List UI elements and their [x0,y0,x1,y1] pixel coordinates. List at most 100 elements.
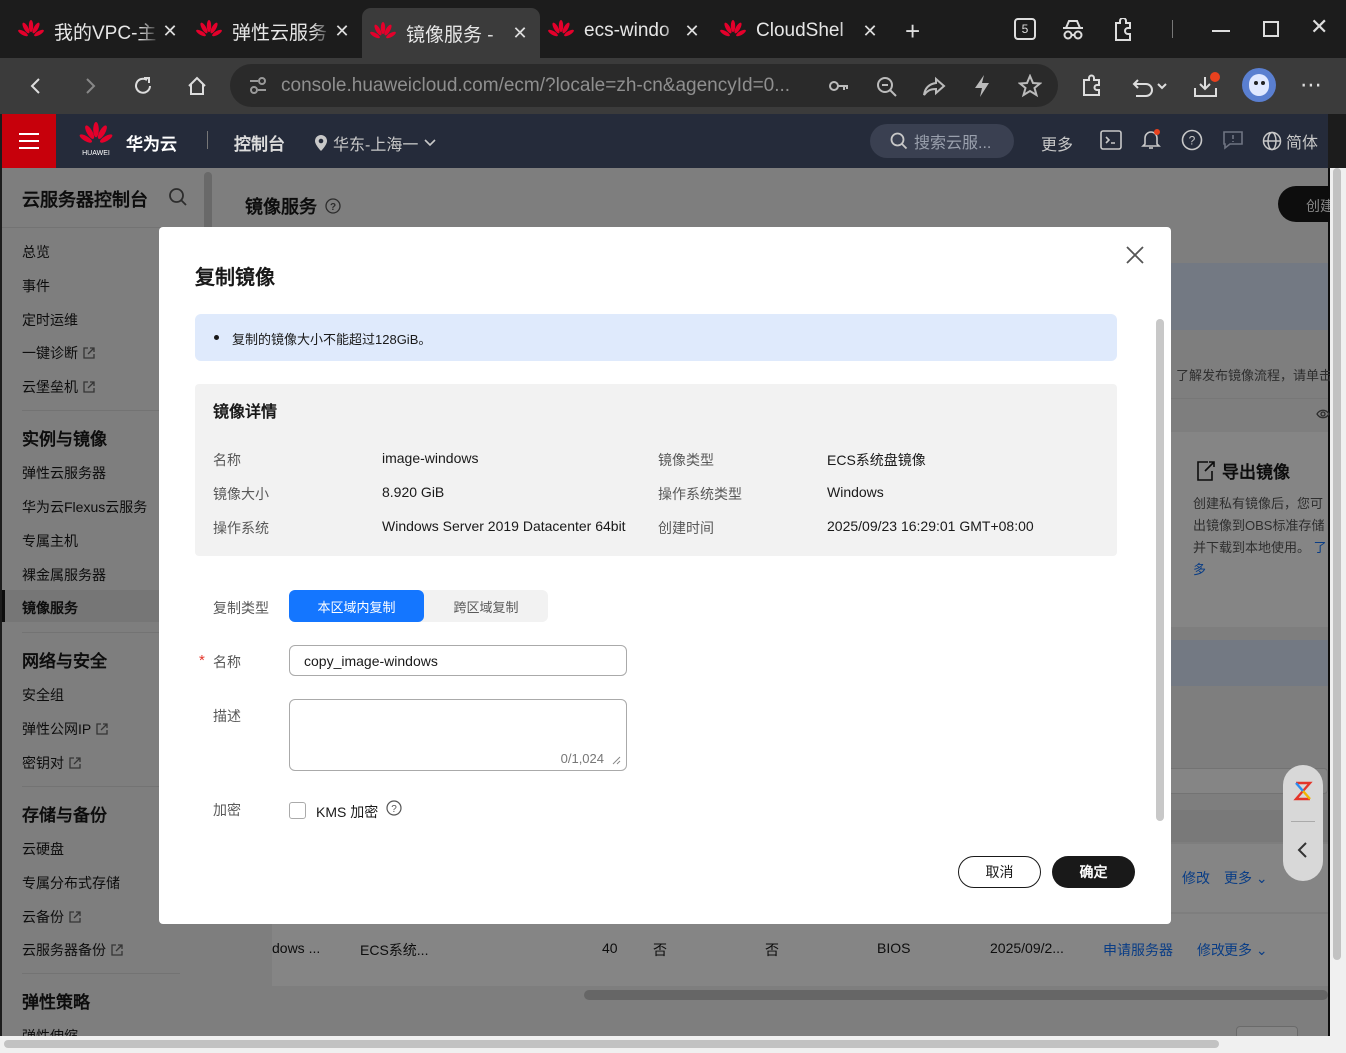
incognito-icon[interactable] [1060,18,1086,42]
maximize-icon[interactable] [1263,21,1279,37]
page-horizontal-scrollbar-track [0,1036,1346,1053]
copy-type-option-same-region[interactable]: 本区域内复制 [289,590,424,622]
huawei-logo[interactable]: HUAWEI [78,122,114,162]
undo-dropdown-icon[interactable] [1130,74,1170,98]
brand-name[interactable]: 华为云 [126,130,177,155]
details-title: 镜像详情 [213,404,278,421]
assistant-icon[interactable] [1293,779,1313,803]
detail-value: Windows [827,484,884,500]
close-icon[interactable]: ✕ [160,21,180,42]
bolt-icon[interactable] [972,74,992,98]
close-icon[interactable]: ✕ [332,21,352,42]
browser-tab[interactable]: 弹性云服务 ✕ [190,8,362,54]
detail-value: image-windows [382,450,479,466]
svg-text:?: ? [391,804,397,815]
region-label: 华东-上海一 [333,137,419,154]
logo-text: HUAWEI [82,150,110,157]
name-input[interactable] [289,645,627,676]
avatar[interactable] [1242,68,1276,102]
detail-value: ECS系统盘镜像 [827,452,926,468]
close-icon[interactable]: ✕ [682,21,702,42]
detail-label: 名称 [213,452,241,468]
search-icon [890,132,908,150]
kms-encrypt-label: KMS 加密 [316,804,379,820]
search-placeholder: 搜索云服... [914,135,992,152]
detail-value: Windows Server 2019 Datacenter 64bit [382,518,626,534]
tab-title: 我的VPC-主 [54,22,157,44]
window-close-icon[interactable]: ✕ [1310,14,1328,40]
huawei-logo-icon [720,20,746,37]
copy-type-option-cross-region[interactable]: 跨区域复制 [424,590,548,622]
notice-banner: 复制的镜像大小不能超过128GiB。 [195,314,1117,361]
bullet [214,335,219,340]
help-icon[interactable]: ? [1181,129,1203,151]
huawei-logo-icon [196,20,222,37]
key-icon[interactable] [828,76,850,96]
huawei-flower-icon [79,122,113,143]
detail-label: 操作系统类型 [658,486,742,502]
char-counter: 0/1,024 [560,751,604,766]
language-selector[interactable]: 简体 [1262,129,1318,153]
cancel-button[interactable]: 取消 [958,856,1041,888]
cloudshell-icon[interactable] [1100,130,1122,150]
dialog-scrollbar[interactable] [1156,319,1164,821]
description-textarea[interactable]: 0/1,024 [289,699,627,771]
notice-text: 复制的镜像大小不能超过128GiB。 [232,332,432,347]
svg-text:?: ? [1189,134,1196,148]
close-icon[interactable]: ✕ [860,21,880,42]
detail-value: 8.920 GiB [382,484,445,500]
hamburger-menu-icon[interactable] [2,114,56,168]
huawei-logo-icon [18,20,44,37]
more-menu[interactable]: 更多 [1041,131,1073,155]
url-text: console.huaweicloud.com/ecm/?locale=zh-c… [281,74,791,96]
detail-label: 镜像类型 [658,452,714,468]
divider [207,131,208,149]
chevron-left-icon[interactable] [1296,841,1308,859]
page-horizontal-scrollbar[interactable] [4,1040,1219,1048]
tab-title: 镜像服务 - [406,24,494,46]
extensions-icon[interactable] [1112,18,1134,42]
star-icon[interactable] [1018,74,1042,98]
browser-tab[interactable]: CloudShel ✕ [712,8,890,54]
detail-label: 镜像大小 [213,486,269,502]
forward-icon[interactable] [74,70,106,102]
close-icon[interactable] [1125,245,1145,265]
downloads-icon[interactable] [1192,70,1222,100]
language-label: 简体 [1286,135,1319,152]
share-icon[interactable] [922,76,946,98]
browser-tab[interactable]: 我的VPC-主 ✕ [0,8,190,54]
copy-image-dialog: 复制镜像 复制的镜像大小不能超过128GiB。 镜像详情 名称 image-wi… [159,227,1171,924]
minimize-icon[interactable] [1212,30,1230,32]
detail-label: 操作系统 [213,520,269,536]
close-icon[interactable]: ✕ [510,23,530,44]
browser-tab-bar: 我的VPC-主 ✕ 弹性云服务 ✕ 镜像服务 - ✕ ecs-windo ✕ C… [0,0,1346,58]
console-link[interactable]: 控制台 [234,130,285,155]
new-tab-icon[interactable]: + [905,18,920,44]
kms-encrypt-checkbox[interactable] [289,802,306,819]
tab-title: CloudShel [756,20,844,41]
tab-actions-icon[interactable]: 5 [1014,18,1036,40]
notification-bell-icon[interactable] [1140,128,1162,150]
extension-icon[interactable] [1080,74,1104,98]
back-icon[interactable] [20,70,52,102]
tab-count-badge: 5 [1021,22,1029,36]
encryption-label: 加密 [213,802,241,818]
home-icon[interactable] [181,70,213,102]
menu-more-icon[interactable]: ⋯ [1300,72,1324,98]
zoom-out-icon[interactable] [876,76,898,98]
browser-tab-active[interactable]: 镜像服务 - ✕ [362,8,540,58]
site-info-icon[interactable] [248,77,268,95]
reload-icon[interactable] [127,70,159,102]
required-mark: * [199,652,205,669]
name-label: 名称 [213,654,241,670]
browser-tab[interactable]: ecs-windo ✕ [540,8,712,54]
page-vertical-scrollbar[interactable] [1333,168,1341,960]
region-selector[interactable]: 华东-上海一 [314,131,437,155]
page-vertical-scrollbar-track [1330,168,1346,1038]
resize-handle-icon[interactable] [612,756,621,765]
search-box[interactable]: 搜索云服... [870,124,1014,158]
copy-type-label: 复制类型 [213,600,269,616]
help-icon[interactable]: ? [386,800,402,816]
feedback-icon[interactable] [1222,130,1244,150]
confirm-button[interactable]: 确定 [1052,856,1135,888]
